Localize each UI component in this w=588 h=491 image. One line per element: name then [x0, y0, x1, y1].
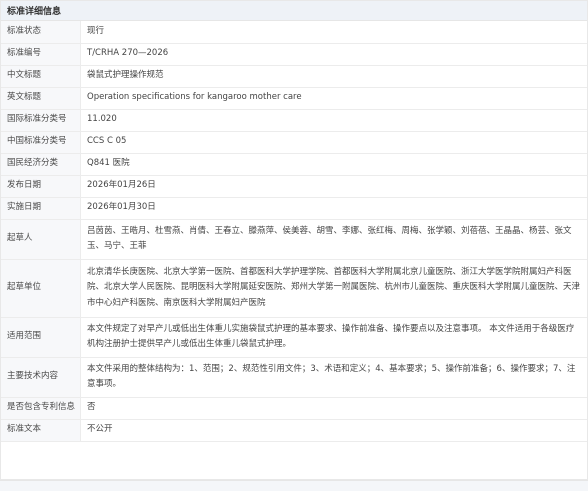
row-value: 吕茵茵、王晧月、杜雪燕、肖倩、王春立、滕燕萍、侯美蓉、胡雪、李娜、张红梅、周梅、…: [80, 219, 587, 260]
table-row-patent: 是否包含专利信息 否: [1, 397, 587, 420]
row-label: 实施日期: [1, 197, 81, 220]
table-row-implementation-date: 实施日期 2026年01月30日: [1, 197, 587, 220]
row-label: 中文标题: [1, 65, 81, 88]
row-value: 袋鼠式护理操作规范: [80, 65, 587, 88]
row-value: 北京清华长庚医院、北京大学第一医院、首都医科大学护理学院、首都医科大学附属北京儿…: [80, 259, 587, 318]
row-label: 标准编号: [1, 43, 81, 66]
row-value: Operation specifications for kangaroo mo…: [80, 87, 587, 110]
table-row-standard-number: 标准编号 T/CRHA 270—2026: [1, 43, 587, 66]
row-value: 2026年01月30日: [80, 197, 587, 220]
row-value: 11.020: [80, 109, 587, 132]
row-label: 国民经济分类: [1, 153, 81, 176]
row-label: 英文标题: [1, 87, 81, 110]
table-row-status: 标准状态 现行: [1, 21, 587, 44]
row-label: 标准状态: [1, 21, 81, 44]
row-label: 标准文本: [1, 419, 81, 442]
row-label: 中国标准分类号: [1, 131, 81, 154]
table-row-english-title: 英文标题 Operation specifications for kangar…: [1, 87, 587, 110]
row-label: 适用范围: [1, 317, 81, 358]
table-row-economic-category: 国民经济分类 Q841 医院: [1, 153, 587, 176]
row-value: CCS C 05: [80, 131, 587, 154]
row-value: 现行: [80, 21, 587, 44]
details-table: 标准状态 现行 标准编号 T/CRHA 270—2026 中文标题 袋鼠式护理操…: [1, 21, 587, 442]
row-label: 起草人: [1, 219, 81, 260]
table-row-standard-text: 标准文本 不公开: [1, 419, 587, 442]
section-title: 标准详细信息: [1, 1, 587, 21]
row-value: 不公开: [80, 419, 587, 442]
table-row-scope: 适用范围 本文件规定了对早产儿或低出生体重儿实施袋鼠式护理的基本要求、操作前准备…: [1, 317, 587, 358]
row-label: 是否包含专利信息: [1, 397, 81, 420]
table-row-ics: 国际标准分类号 11.020: [1, 109, 587, 132]
table-row-drafters: 起草人 吕茵茵、王晧月、杜雪燕、肖倩、王春立、滕燕萍、侯美蓉、胡雪、李娜、张红梅…: [1, 219, 587, 260]
row-value: 否: [80, 397, 587, 420]
panel-footer-strip: [0, 480, 588, 491]
row-label: 起草单位: [1, 259, 81, 318]
table-row-ccs: 中国标准分类号 CCS C 05: [1, 131, 587, 154]
row-value: Q841 医院: [80, 153, 587, 176]
standard-details-panel: 标准详细信息 标准状态 现行 标准编号 T/CRHA 270—2026 中文标题…: [0, 0, 588, 480]
row-label: 发布日期: [1, 175, 81, 198]
row-value: 本文件采用的整体结构为：1、范围；2、规范性引用文件；3、术语和定义；4、基本要…: [80, 357, 587, 398]
row-value: 2026年01月26日: [80, 175, 587, 198]
table-row-technical-content: 主要技术内容 本文件采用的整体结构为：1、范围；2、规范性引用文件；3、术语和定…: [1, 357, 587, 398]
row-value: T/CRHA 270—2026: [80, 43, 587, 66]
row-value: 本文件规定了对早产儿或低出生体重儿实施袋鼠式护理的基本要求、操作前准备、操作要点…: [80, 317, 587, 358]
table-row-chinese-title: 中文标题 袋鼠式护理操作规范: [1, 65, 587, 88]
table-row-release-date: 发布日期 2026年01月26日: [1, 175, 587, 198]
table-row-drafting-units: 起草单位 北京清华长庚医院、北京大学第一医院、首都医科大学护理学院、首都医科大学…: [1, 259, 587, 318]
row-label: 主要技术内容: [1, 357, 81, 398]
row-label: 国际标准分类号: [1, 109, 81, 132]
